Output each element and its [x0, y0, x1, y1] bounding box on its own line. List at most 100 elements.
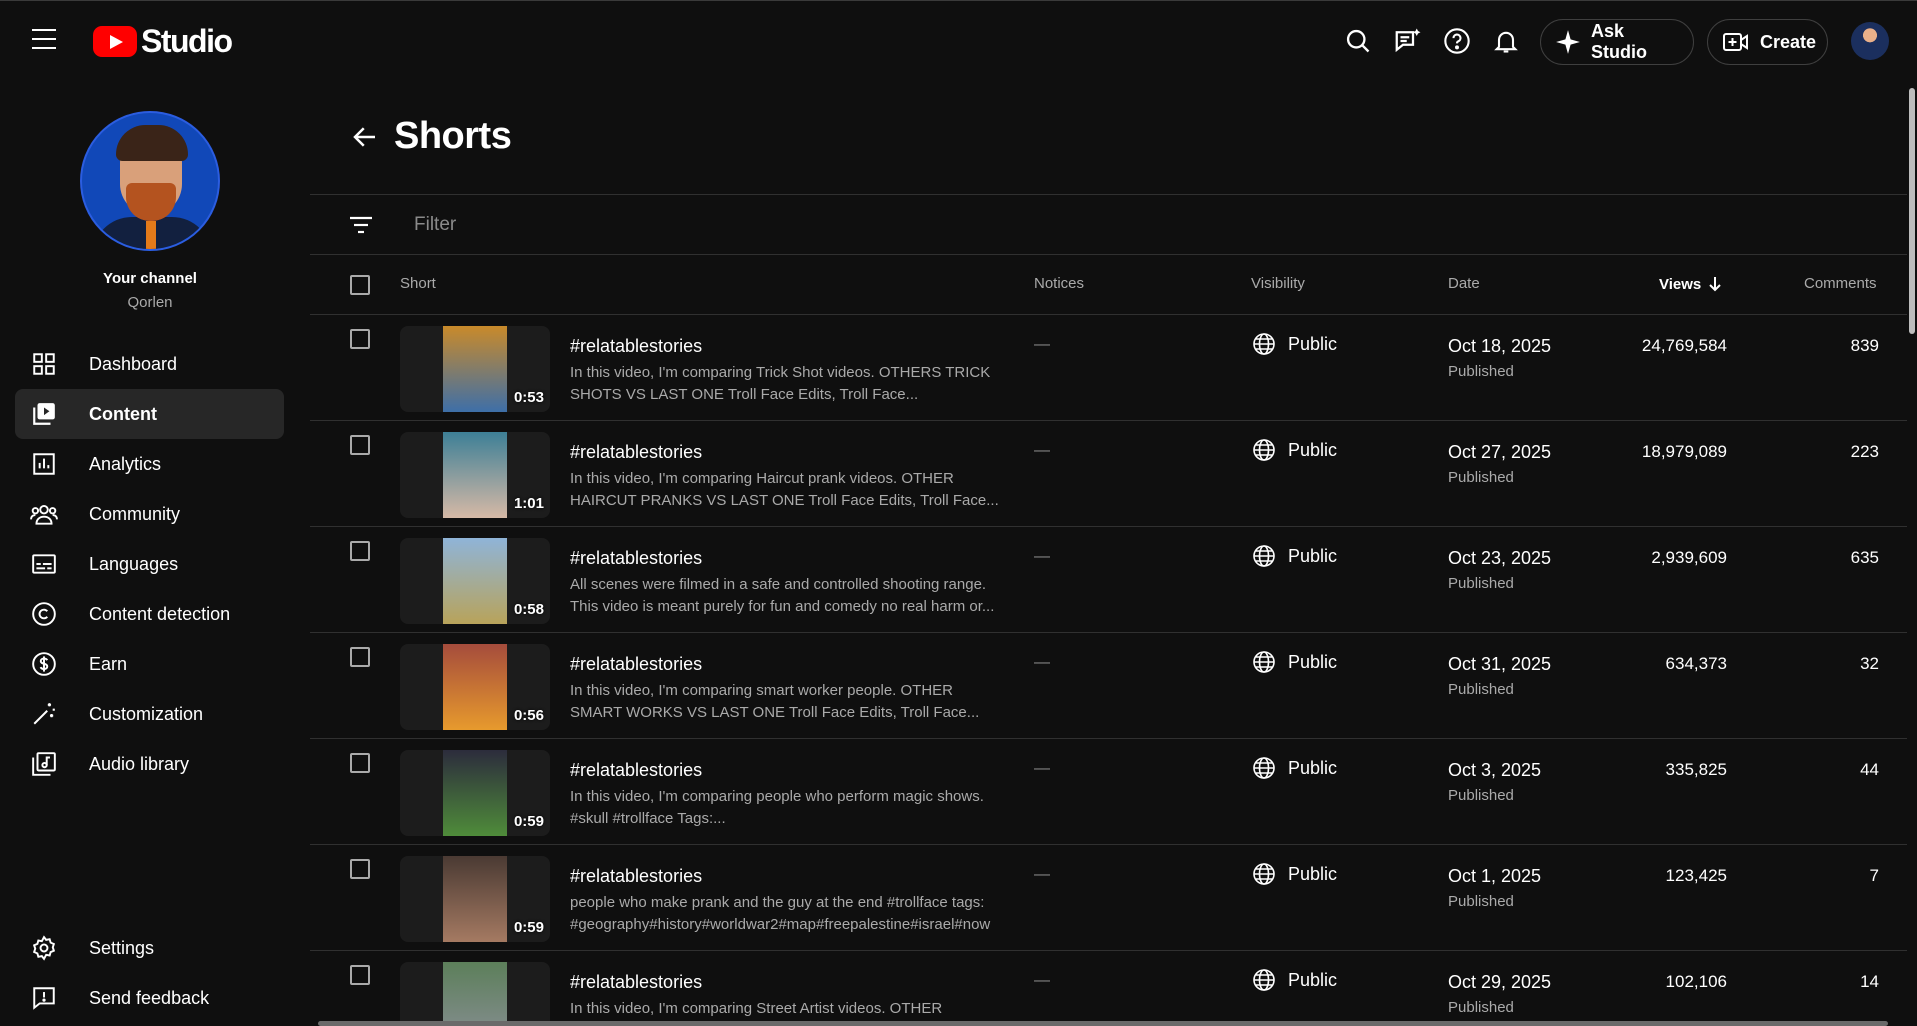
menu-icon[interactable] — [32, 29, 58, 53]
select-all-checkbox[interactable] — [350, 275, 370, 295]
back-arrow-icon[interactable] — [350, 122, 380, 152]
filter-icon[interactable] — [348, 214, 374, 236]
gear-icon — [29, 933, 59, 963]
comments-value[interactable]: 635 — [1851, 548, 1879, 568]
date-value: Oct 27, 2025 — [1448, 442, 1552, 462]
publish-status: Published — [1448, 681, 1514, 698]
table-row[interactable]: 0:56 #relatablestories In this video, I'… — [310, 634, 1907, 739]
sidebar-item-send-feedback[interactable]: Send feedback — [15, 973, 284, 1023]
video-title[interactable]: #relatablestories — [570, 336, 702, 357]
sidebar-item-label: Earn — [89, 653, 128, 674]
sidebar-item-community[interactable]: Community — [15, 489, 284, 539]
video-title[interactable]: #relatablestories — [570, 548, 702, 569]
column-header-short[interactable]: Short — [400, 275, 436, 292]
video-duration: 0:53 — [513, 389, 544, 406]
ask-studio-label: Ask Studio — [1591, 21, 1647, 62]
thumbnail-image — [443, 750, 507, 836]
help-icon[interactable] — [1440, 24, 1474, 58]
row-checkbox[interactable] — [350, 647, 370, 667]
video-title[interactable]: #relatablestories — [570, 654, 702, 675]
sidebar-item-dashboard[interactable]: Dashboard — [15, 339, 284, 389]
row-checkbox[interactable] — [350, 329, 370, 349]
sidebar-item-label: Content — [89, 403, 157, 424]
comments-value[interactable]: 7 — [1870, 866, 1879, 886]
column-header-comments[interactable]: Comments — [1804, 275, 1877, 292]
comments-value[interactable]: 44 — [1860, 760, 1879, 780]
video-title[interactable]: #relatablestories — [570, 760, 702, 781]
sidebar-item-earn[interactable]: Earn — [15, 639, 284, 689]
sidebar: Your channel Qorlen Dashboard Content An… — [0, 80, 290, 1026]
visibility-label: Public — [1288, 439, 1338, 460]
horizontal-scrollbar[interactable] — [310, 1019, 1907, 1026]
visibility-label: Public — [1288, 757, 1338, 778]
column-header-views[interactable]: Views — [1659, 275, 1723, 293]
notifications-bell-icon[interactable] — [1489, 24, 1523, 58]
channel-avatar[interactable] — [80, 111, 220, 251]
row-checkbox[interactable] — [350, 965, 370, 985]
video-thumbnail[interactable]: 1:01 — [400, 432, 550, 518]
sidebar-item-settings[interactable]: Settings — [15, 923, 284, 973]
column-header-date[interactable]: Date — [1448, 275, 1480, 292]
ai-comments-icon[interactable] — [1391, 24, 1425, 58]
thumbnail-image — [443, 432, 507, 518]
table-row[interactable]: 1:01 #relatablestories In this video, I'… — [310, 422, 1907, 527]
video-thumbnail[interactable]: 0:53 — [400, 326, 550, 412]
sidebar-item-label: Settings — [89, 937, 155, 958]
table-row[interactable]: 0:53 #relatablestories In this video, I'… — [310, 316, 1907, 421]
vertical-scrollbar[interactable] — [1907, 80, 1917, 1026]
video-thumbnail[interactable]: 0:56 — [400, 644, 550, 730]
video-thumbnail[interactable]: 0:53 — [400, 962, 550, 1026]
account-avatar[interactable] — [1851, 22, 1889, 60]
table-row[interactable]: 0:58 #relatablestories All scenes were f… — [310, 528, 1907, 633]
visibility-value[interactable]: Public — [1252, 650, 1337, 674]
table-row[interactable]: 0:59 #relatablestories people who make p… — [310, 846, 1907, 951]
video-thumbnail[interactable]: 0:59 — [400, 856, 550, 942]
row-checkbox[interactable] — [350, 541, 370, 561]
date-value: Oct 1, 2025 — [1448, 866, 1542, 886]
search-icon[interactable] — [1341, 24, 1375, 58]
video-description: people who make prank and the guy at the… — [570, 894, 991, 933]
visibility-value[interactable]: Public — [1252, 544, 1337, 568]
ask-studio-button[interactable]: Ask Studio — [1540, 19, 1694, 65]
comments-value[interactable]: 839 — [1851, 336, 1879, 356]
views-header-label: Views — [1659, 275, 1702, 293]
column-header-notices: Notices — [1034, 275, 1085, 292]
visibility-value[interactable]: Public — [1252, 332, 1337, 356]
row-checkbox[interactable] — [350, 859, 370, 879]
filter-bar — [310, 194, 1907, 255]
table-row[interactable]: 0:53 #relatablestories In this video, I'… — [310, 952, 1907, 1026]
studio-logo[interactable]: Studio — [93, 23, 233, 60]
video-thumbnail[interactable]: 0:59 — [400, 750, 550, 836]
publish-status: Published — [1448, 575, 1514, 592]
visibility-value[interactable]: Public — [1252, 862, 1337, 886]
column-header-visibility[interactable]: Visibility — [1251, 275, 1305, 292]
publish-status: Published — [1448, 787, 1514, 804]
sidebar-item-languages[interactable]: Languages — [15, 539, 284, 589]
notices-value: — — [1034, 654, 1050, 671]
row-checkbox[interactable] — [350, 753, 370, 773]
comments-value[interactable]: 223 — [1851, 442, 1879, 462]
visibility-value[interactable]: Public — [1252, 438, 1337, 462]
row-checkbox[interactable] — [350, 435, 370, 455]
create-label: Create — [1760, 31, 1817, 52]
sidebar-item-analytics[interactable]: Analytics — [15, 439, 284, 489]
date-value: Oct 29, 2025 — [1448, 972, 1552, 992]
sidebar-item-customization[interactable]: Customization — [15, 689, 284, 739]
video-title[interactable]: #relatablestories — [570, 866, 702, 887]
comments-value[interactable]: 14 — [1860, 972, 1879, 992]
sidebar-item-audio-library[interactable]: Audio library — [15, 739, 284, 789]
filter-input[interactable] — [414, 210, 1114, 240]
dashboard-icon — [29, 349, 59, 379]
sidebar-item-content-detection[interactable]: Content detection — [15, 589, 284, 639]
video-title[interactable]: #relatablestories — [570, 442, 702, 463]
audio-library-icon — [29, 749, 59, 779]
video-thumbnail[interactable]: 0:58 — [400, 538, 550, 624]
visibility-value[interactable]: Public — [1252, 756, 1337, 780]
sidebar-item-content[interactable]: Content — [15, 389, 284, 439]
create-button[interactable]: Create — [1707, 19, 1828, 65]
table-row[interactable]: 0:59 #relatablestories In this video, I'… — [310, 740, 1907, 845]
visibility-value[interactable]: Public — [1252, 968, 1337, 992]
video-title[interactable]: #relatablestories — [570, 972, 702, 993]
magic-wand-icon — [29, 699, 59, 729]
comments-value[interactable]: 32 — [1860, 654, 1879, 674]
